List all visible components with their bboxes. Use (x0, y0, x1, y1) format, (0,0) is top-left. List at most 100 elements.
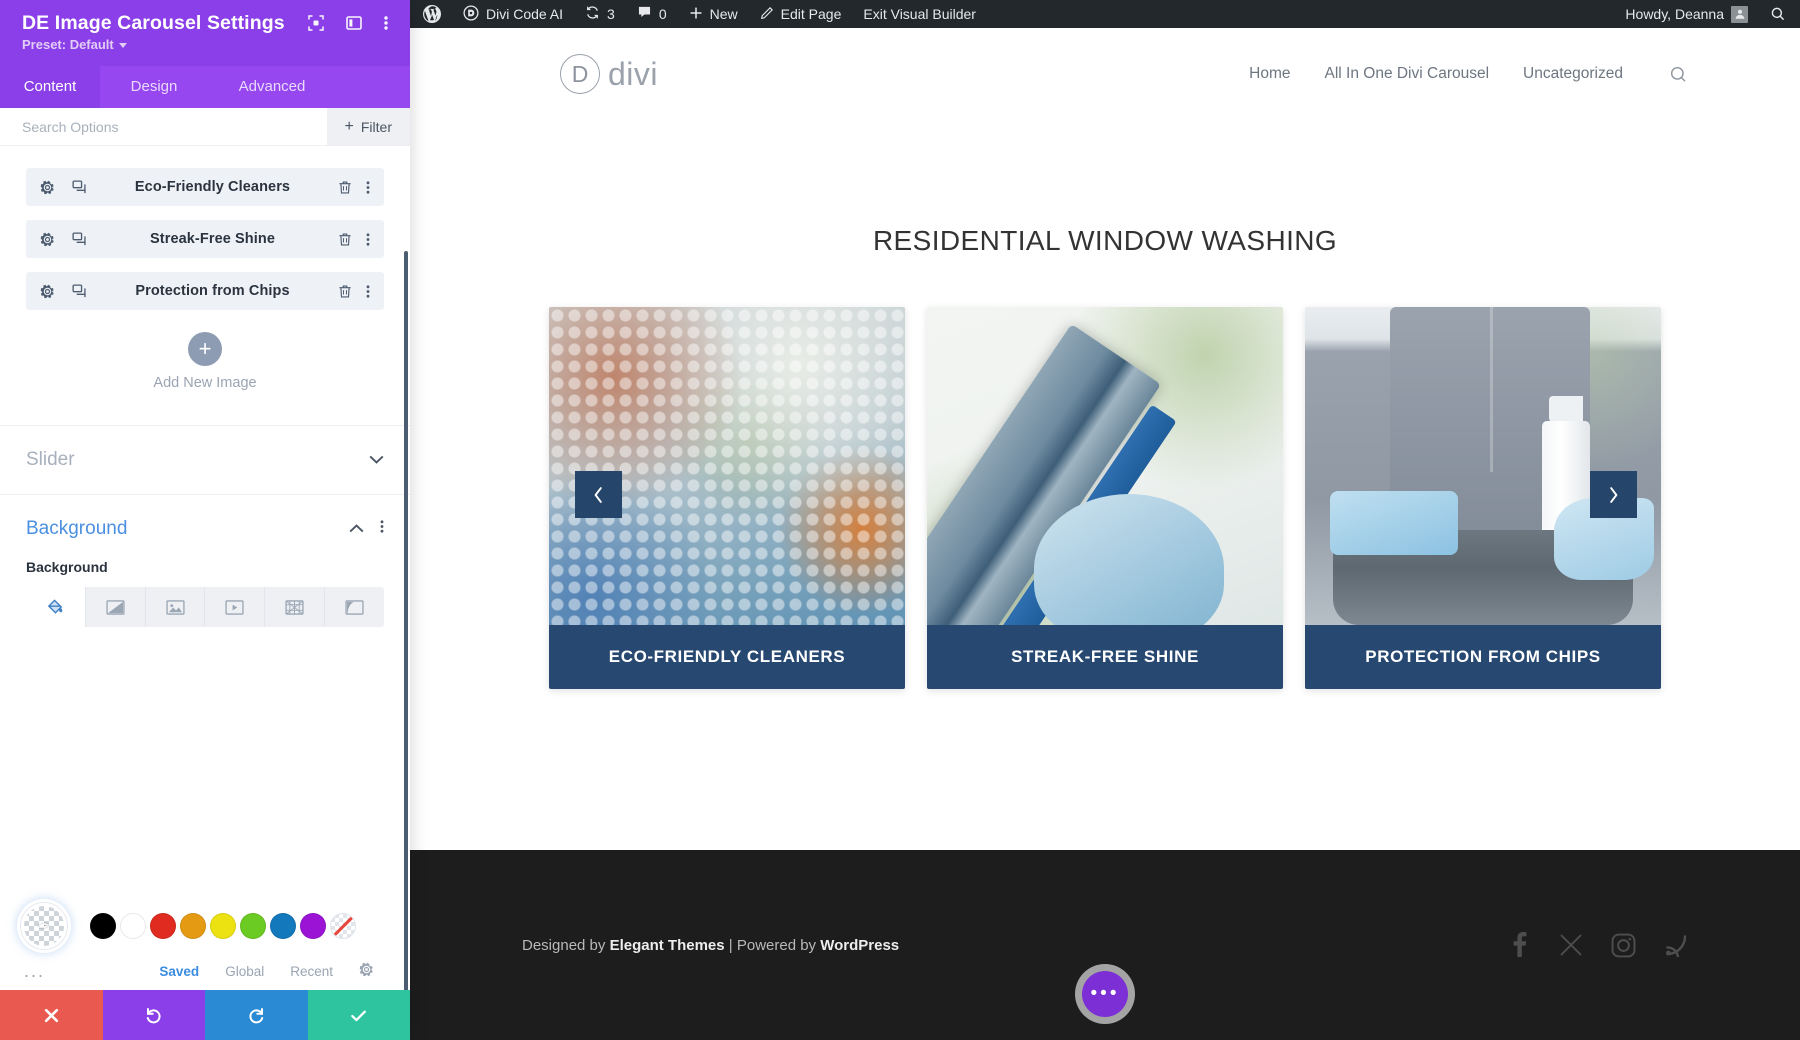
image-carousel: ECO-FRIENDLY CLEANERS STREAK-FREE SHINE … (549, 307, 1661, 689)
page-title: RESIDENTIAL WINDOW WASHING (410, 225, 1800, 257)
undo-button[interactable] (103, 990, 206, 1040)
save-button[interactable] (308, 990, 411, 1040)
carousel-next-button[interactable] (1590, 471, 1637, 518)
admin-bar-item-comments[interactable]: 0 (626, 0, 678, 28)
slide-image (927, 307, 1283, 625)
background-pattern-icon[interactable] (265, 587, 325, 627)
chevron-up-icon[interactable] (349, 520, 364, 538)
add-new-image-button[interactable]: + Add New Image (26, 324, 384, 417)
search-icon[interactable] (1669, 65, 1688, 84)
gear-icon[interactable] (40, 180, 55, 195)
footer-platform[interactable]: WordPress (820, 937, 899, 954)
swatch-black[interactable] (90, 913, 116, 939)
palette-tab-global[interactable]: Global (225, 964, 264, 979)
search-input[interactable] (0, 108, 327, 145)
rss-icon[interactable] (1664, 933, 1688, 957)
site-logo[interactable]: D divi (560, 54, 658, 94)
palette-more-icon[interactable]: ... (24, 966, 84, 977)
redo-button[interactable] (205, 990, 308, 1040)
x-icon[interactable] (1559, 933, 1583, 957)
visual-builder-preview: Divi Code AI 3 0 New (410, 0, 1800, 1040)
slide-image (1305, 307, 1661, 625)
row-menu-icon[interactable] (366, 284, 370, 299)
duplicate-icon[interactable] (72, 284, 87, 299)
divi-logo-icon: D (560, 54, 600, 94)
carousel-prev-button[interactable] (575, 471, 622, 518)
visual-builder-menu-button[interactable]: ••• (1082, 971, 1128, 1017)
gear-icon[interactable] (40, 232, 55, 247)
chevron-down-icon[interactable] (369, 451, 384, 469)
swatch-purple[interactable] (300, 913, 326, 939)
table-row[interactable]: Protection from Chips (26, 272, 384, 310)
admin-bar-item-divi-code-ai[interactable]: Divi Code AI (452, 0, 574, 28)
admin-bar-label: Exit Visual Builder (863, 6, 976, 22)
admin-bar-item-updates[interactable]: 3 (574, 0, 626, 28)
admin-bar-item-edit-page[interactable]: Edit Page (749, 0, 853, 28)
swatch-white[interactable] (120, 913, 146, 939)
slide-caption: ECO-FRIENDLY CLEANERS (549, 625, 905, 689)
admin-bar-label: Edit Page (781, 6, 842, 22)
panel-layout-icon[interactable] (346, 15, 362, 31)
section-background[interactable]: Background (0, 494, 410, 554)
background-mask-icon[interactable] (325, 587, 384, 627)
kebab-menu-icon[interactable] (384, 15, 388, 31)
add-new-image-label: Add New Image (153, 375, 256, 391)
table-row[interactable]: Streak-Free Shine (26, 220, 384, 258)
row-menu-icon[interactable] (366, 232, 370, 247)
panel-scrollbar[interactable] (404, 251, 408, 990)
trash-icon[interactable] (338, 284, 352, 299)
trash-icon[interactable] (338, 180, 352, 195)
nav-link-home[interactable]: Home (1249, 65, 1290, 83)
eyedropper-icon: ✒ (37, 916, 52, 936)
slide-image (549, 307, 905, 625)
admin-bar-howdy[interactable]: Howdy, Deanna (1614, 0, 1759, 28)
section-menu-icon[interactable] (380, 519, 384, 539)
wordpress-logo-icon[interactable] (412, 0, 452, 28)
admin-bar-label: New (710, 6, 738, 22)
cancel-button[interactable] (0, 990, 103, 1040)
tab-content[interactable]: Content (0, 66, 100, 108)
section-background-label: Background (26, 518, 349, 540)
row-menu-icon[interactable] (366, 180, 370, 195)
table-row[interactable]: Eco-Friendly Cleaners (26, 168, 384, 206)
instagram-icon[interactable] (1611, 933, 1636, 958)
background-type-tabs (26, 587, 384, 627)
swatch-transparent[interactable]: ✒ (20, 902, 68, 950)
footer-brand[interactable]: Elegant Themes (610, 937, 725, 954)
carousel-slide[interactable]: STREAK-FREE SHINE (927, 307, 1283, 689)
facebook-icon[interactable] (1507, 932, 1531, 958)
swatch-no-color[interactable] (330, 913, 356, 939)
swatch-yellow[interactable] (210, 913, 236, 939)
trash-icon[interactable] (338, 232, 352, 247)
section-slider[interactable]: Slider (0, 425, 410, 494)
plus-icon (689, 6, 703, 23)
gear-icon[interactable] (359, 962, 374, 980)
background-color-icon[interactable] (26, 587, 86, 627)
admin-bar-item-new[interactable]: New (678, 0, 749, 28)
site-header: D divi Home All In One Divi Carousel Unc… (410, 28, 1800, 120)
admin-bar-item-exit-visual-builder[interactable]: Exit Visual Builder (852, 0, 987, 28)
background-gradient-icon[interactable] (86, 587, 146, 627)
swatch-blue[interactable] (270, 913, 296, 939)
duplicate-icon[interactable] (72, 232, 87, 247)
focus-target-icon[interactable] (308, 15, 324, 31)
swatch-green[interactable] (240, 913, 266, 939)
tab-design[interactable]: Design (100, 66, 208, 108)
background-video-icon[interactable] (205, 587, 265, 627)
filter-button[interactable]: + Filter (327, 108, 410, 145)
chevron-down-icon (119, 43, 127, 48)
swatch-red[interactable] (150, 913, 176, 939)
settings-panel-header: DE Image Carousel Settings (0, 0, 410, 66)
duplicate-icon[interactable] (72, 180, 87, 195)
background-image-icon[interactable] (146, 587, 206, 627)
gear-icon[interactable] (40, 284, 55, 299)
nav-link-uncategorized[interactable]: Uncategorized (1523, 65, 1623, 83)
preset-selector[interactable]: Preset: Default (22, 37, 127, 52)
nav-link-all-in-one-divi-carousel[interactable]: All In One Divi Carousel (1325, 65, 1490, 83)
comments-count: 0 (659, 6, 667, 22)
tab-advanced[interactable]: Advanced (208, 66, 336, 108)
palette-tab-saved[interactable]: Saved (159, 964, 199, 979)
swatch-orange[interactable] (180, 913, 206, 939)
palette-tab-recent[interactable]: Recent (290, 964, 333, 979)
search-icon[interactable] (1759, 0, 1800, 28)
